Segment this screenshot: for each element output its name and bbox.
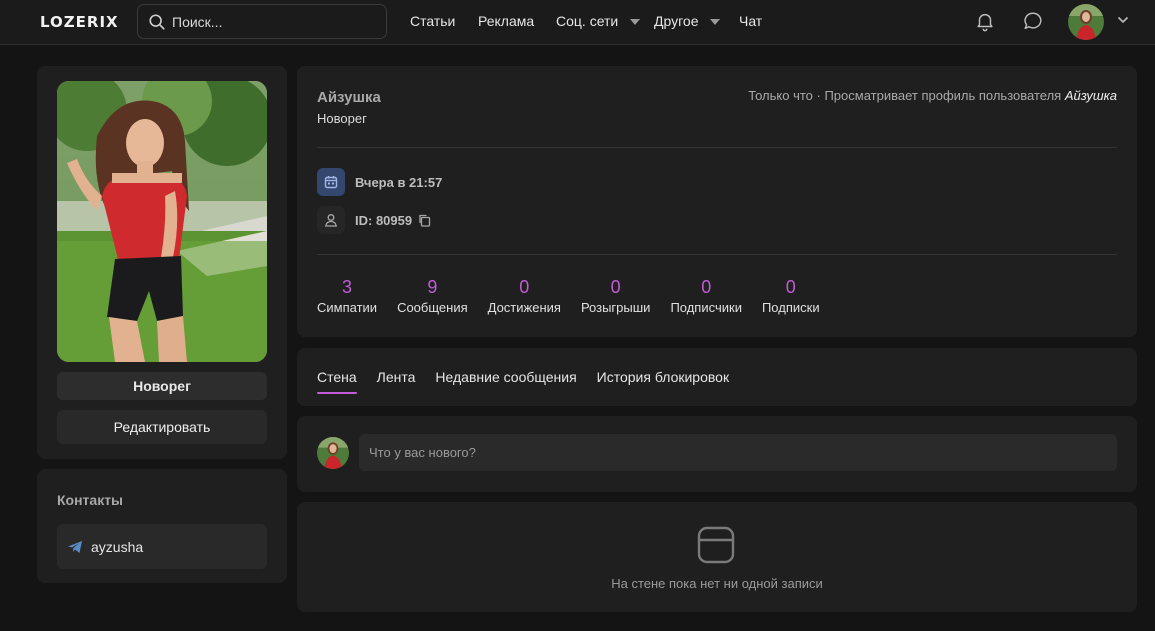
- stat-likes[interactable]: 3 Симпатии: [317, 276, 377, 315]
- copy-icon[interactable]: [418, 214, 431, 227]
- registered-date: Вчера в 21:57: [355, 174, 443, 190]
- new-post-input[interactable]: [359, 434, 1117, 471]
- user-icon: [317, 206, 345, 234]
- chevron-down-icon: [710, 18, 721, 25]
- search-input[interactable]: [172, 13, 362, 30]
- stat-label: Подписчики: [670, 300, 742, 315]
- user-avatar[interactable]: [1068, 4, 1104, 40]
- registered-row: Вчера в 21:57: [317, 168, 442, 196]
- contacts-card: Контакты ayzusha: [37, 469, 287, 583]
- tab-feed[interactable]: Лента: [377, 369, 416, 393]
- tab-recent-messages[interactable]: Недавние сообщения: [435, 369, 576, 393]
- stat-value: 0: [785, 277, 796, 297]
- stat-achievements[interactable]: 0 Достижения: [488, 276, 561, 315]
- stat-label: Симпатии: [317, 300, 378, 315]
- edit-profile-button[interactable]: Редактировать: [57, 410, 267, 444]
- stat-label: Подписки: [761, 300, 820, 315]
- stat-following[interactable]: 0 Подписки: [762, 276, 820, 315]
- stat-value: 3: [342, 277, 353, 297]
- chevron-down-icon: [630, 18, 641, 25]
- nav-ads[interactable]: Реклама: [478, 13, 534, 29]
- id-row: ID: 80959: [317, 206, 431, 234]
- stat-giveaways[interactable]: 0 Розыгрыши: [581, 276, 651, 315]
- nav-articles[interactable]: Статьи: [410, 13, 455, 29]
- stat-label: Сообщения: [397, 300, 468, 315]
- stat-label: Достижения: [487, 300, 561, 315]
- stats-row: 3 Симпатии 9 Сообщения 0 Достижения 0 Розыгр…: [317, 276, 840, 315]
- user-info-card: Айзушка Новорег Только что · Просматрива…: [297, 66, 1137, 337]
- search-icon: [149, 13, 165, 30]
- status-text: Только что · Просматривает профиль польз…: [748, 88, 1062, 103]
- user-rank: Новорег: [317, 111, 367, 126]
- contact-telegram[interactable]: ayzusha: [57, 524, 267, 569]
- nav-other[interactable]: Другое: [654, 13, 721, 29]
- site-logo[interactable]: LOZERIX: [40, 13, 119, 31]
- nav-chat[interactable]: Чат: [739, 13, 762, 29]
- chevron-down-icon[interactable]: [1117, 16, 1129, 24]
- profile-tabs: Стена Лента Недавние сообщения История б…: [317, 369, 749, 394]
- calendar-icon: [317, 168, 345, 196]
- user-id: ID: 80959: [355, 212, 413, 228]
- nav-social-label: Соц. сети: [556, 13, 619, 29]
- nav-chat-label: Чат: [739, 13, 763, 29]
- stat-messages[interactable]: 9 Сообщения: [397, 276, 468, 315]
- stat-label: Розыгрыши: [580, 300, 651, 315]
- wall-empty-card: На стене пока нет ни одной записи: [297, 502, 1137, 612]
- tabs-card: Стена Лента Недавние сообщения История б…: [297, 348, 1137, 406]
- tab-ban-history[interactable]: История блокировок: [597, 369, 729, 393]
- username: Айзушка: [317, 89, 381, 106]
- top-header: LOZERIX Статьи Реклама Соц. сети Другое …: [0, 0, 1155, 45]
- post-avatar: [317, 437, 349, 469]
- nav-ads-label: Реклама: [478, 13, 535, 29]
- telegram-icon: [68, 540, 82, 553]
- divider: [317, 254, 1117, 255]
- stat-followers[interactable]: 0 Подписчики: [670, 276, 742, 315]
- stat-value: 9: [427, 277, 438, 297]
- empty-wall-text: На стене пока нет ни одной записи: [611, 576, 823, 591]
- search-box[interactable]: [137, 4, 387, 39]
- empty-box-icon: [697, 526, 735, 564]
- profile-card: Новорег Редактировать: [37, 66, 287, 459]
- rank-button[interactable]: Новорег: [57, 372, 267, 400]
- nav-social[interactable]: Соц. сети: [556, 13, 641, 29]
- chat-bubble-icon[interactable]: [1022, 10, 1044, 32]
- activity-status: Только что · Просматривает профиль польз…: [748, 88, 1117, 103]
- contacts-title: Контакты: [57, 492, 124, 508]
- bell-icon[interactable]: [974, 10, 996, 32]
- tab-wall[interactable]: Стена: [317, 369, 357, 394]
- stat-value: 0: [610, 277, 621, 297]
- divider: [317, 147, 1117, 148]
- profile-photo: [57, 81, 267, 362]
- nav-other-label: Другое: [654, 13, 699, 29]
- nav-articles-label: Статьи: [410, 13, 456, 29]
- stat-value: 0: [519, 277, 530, 297]
- status-user-link[interactable]: Айзушка: [1065, 88, 1117, 103]
- telegram-handle: ayzusha: [91, 538, 144, 555]
- new-post-card: [297, 416, 1137, 492]
- stat-value: 0: [701, 277, 712, 297]
